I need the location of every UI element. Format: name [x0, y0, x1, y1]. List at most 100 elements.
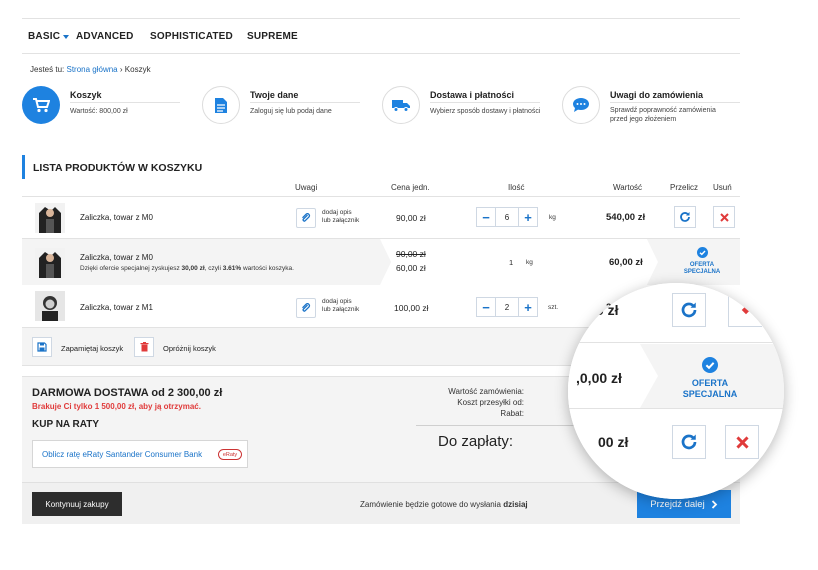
step-delivery[interactable]: [382, 86, 420, 124]
chat-icon: [573, 98, 589, 112]
promo-amount: 30,00 zł: [181, 265, 205, 272]
unit-price: 100,00 zł: [394, 303, 429, 313]
old-price: 90,00 zł: [396, 249, 426, 259]
step-divider: [430, 102, 540, 103]
step-cart[interactable]: [22, 86, 60, 124]
paperclip-icon: [302, 213, 311, 222]
chevron-down-icon[interactable]: [63, 35, 69, 39]
save-cart-button[interactable]: Zapamiętaj koszyk: [61, 344, 123, 353]
col-notes: Uwagi: [295, 183, 318, 192]
magnified-remove-button[interactable]: [728, 293, 762, 327]
nav-item-sophisticated[interactable]: SOPHISTICATED: [150, 31, 233, 42]
trash-icon: [140, 342, 148, 352]
attachment-button[interactable]: [296, 208, 316, 228]
breadcrumb-current: Koszyk: [124, 65, 151, 74]
nav-item-supreme[interactable]: SUPREME: [247, 31, 298, 42]
promo-text-pre: Dzięki ofercie specjalnej zyskujesz: [80, 265, 182, 272]
col-qty: Ilość: [508, 183, 525, 192]
close-icon: [735, 435, 749, 449]
qty-value: 1: [509, 258, 514, 267]
promo-text: Dzięki ofercie specjalnej zyskujesz 30,0…: [80, 265, 294, 273]
step-delivery-sub: Wybierz sposób dostawy i płatności: [430, 108, 541, 115]
breadcrumb-prefix: Jesteś tu:: [30, 65, 65, 74]
ready-info: Zamówienie będzie gotowe do wysłania dzi…: [360, 500, 528, 509]
next-step-label: Przejdź dalej: [650, 498, 705, 510]
breadcrumb-home-link[interactable]: Strona główna: [66, 65, 117, 74]
step-data-title: Twoje dane: [250, 90, 299, 100]
qty-input[interactable]: 6: [496, 207, 518, 227]
check-circle-icon: [697, 247, 708, 258]
step-data-sub: Zaloguj się lub podaj dane: [250, 108, 332, 115]
cart-icon: [33, 98, 50, 113]
product-thumbnail[interactable]: [35, 291, 65, 321]
floppy-icon: [37, 342, 47, 352]
note-or-attachment[interactable]: lub załącznik: [322, 306, 359, 314]
product-thumbnail[interactable]: [35, 203, 65, 233]
step-divider: [610, 102, 740, 103]
step-divider: [250, 102, 360, 103]
top-nav: BASIC ADVANCED SOPHISTICATED SUPREME: [22, 18, 740, 54]
section-accent-bar: [22, 155, 25, 179]
attachment-button[interactable]: [296, 298, 316, 318]
discount-label: Rabat:: [500, 409, 524, 418]
ready-info-day: dzisiaj: [503, 500, 528, 509]
recalc-button[interactable]: [674, 206, 696, 228]
chevron-right-icon: [711, 499, 717, 509]
nav-item-advanced[interactable]: ADVANCED: [76, 31, 134, 42]
check-circle-icon: [702, 357, 718, 373]
row-total: 60,00 zł: [609, 257, 643, 268]
qty-decrease-button[interactable]: −: [476, 297, 496, 317]
installments-link[interactable]: Oblicz ratę eRaty Santander Consumer Ban…: [42, 450, 202, 459]
step-data[interactable]: [202, 86, 240, 124]
qty-unit: szt.: [548, 304, 559, 311]
note-add-description[interactable]: dodaj opis: [322, 298, 352, 306]
qty-decrease-button[interactable]: −: [476, 207, 496, 227]
step-divider: [70, 102, 180, 103]
magnified-remove-button[interactable]: [725, 425, 759, 459]
to-pay-label: Do zapłaty:: [438, 433, 514, 450]
save-cart-icon-button[interactable]: [32, 337, 52, 357]
step-cart-sub: Wartość: 800,00 zł: [70, 108, 128, 115]
product-name[interactable]: Zaliczka, towar z M0: [80, 253, 153, 262]
section-title: LISTA PRODUKTÓW W KOSZYKU: [33, 162, 203, 174]
qty-increase-button[interactable]: +: [518, 297, 538, 317]
magnified-offer-1: OFERTA: [691, 378, 729, 388]
paperclip-icon: [302, 303, 311, 312]
qty-unit: kg: [526, 259, 533, 266]
magnified-special-total: ,0,00 zł: [576, 370, 622, 386]
remove-button[interactable]: [713, 206, 735, 228]
installments-title: KUP NA RATY: [32, 419, 100, 430]
qty-input[interactable]: 2: [496, 297, 518, 317]
empty-cart-button[interactable]: Opróżnij koszyk: [163, 344, 216, 353]
step-notes-sub1: Sprawdź poprawność zamówienia: [610, 107, 716, 114]
step-delivery-title: Dostawa i płatności: [430, 90, 515, 100]
close-icon: [719, 212, 729, 222]
row-total: 540,00 zł: [606, 212, 646, 223]
step-notes[interactable]: [562, 86, 600, 124]
magnified-recalc-button[interactable]: [672, 425, 706, 459]
empty-cart-icon-button[interactable]: [134, 337, 154, 357]
nav-item-basic[interactable]: BASIC: [28, 31, 60, 42]
step-notes-sub2: przed jego złożeniem: [610, 116, 677, 123]
product-name[interactable]: Zaliczka, towar z M1: [80, 303, 153, 312]
promo-text-mid: , czyli: [204, 265, 223, 272]
offer-label-2: SPECJALNA: [683, 269, 721, 275]
product-thumbnail[interactable]: [35, 248, 65, 278]
note-add-description[interactable]: dodaj opis: [322, 209, 352, 217]
free-shipping-title: DARMOWA DOSTAWA od 2 300,00 zł: [32, 387, 223, 399]
col-remove: Usuń: [713, 183, 732, 192]
continue-shopping-button[interactable]: Kontynuuj zakupy: [32, 492, 122, 516]
magnified-recalc-button[interactable]: [672, 293, 706, 327]
qty-increase-button[interactable]: +: [518, 207, 538, 227]
refresh-icon: [681, 434, 697, 450]
eraty-logo: eRaty: [218, 449, 242, 460]
installments-button[interactable]: Oblicz ratę eRaty Santander Consumer Ban…: [32, 440, 248, 468]
promo-percent: 3.61%: [222, 265, 242, 272]
col-value: Wartość: [613, 183, 643, 192]
refresh-icon: [680, 212, 690, 222]
product-name[interactable]: Zaliczka, towar z M0: [80, 213, 153, 222]
magnified-offer-2: SPECJALNA: [682, 389, 738, 399]
shipping-cost-label: Koszt przesyłki od:: [457, 398, 524, 407]
order-value-label: Wartość zamówienia:: [448, 387, 524, 396]
note-or-attachment[interactable]: lub załącznik: [322, 217, 359, 225]
